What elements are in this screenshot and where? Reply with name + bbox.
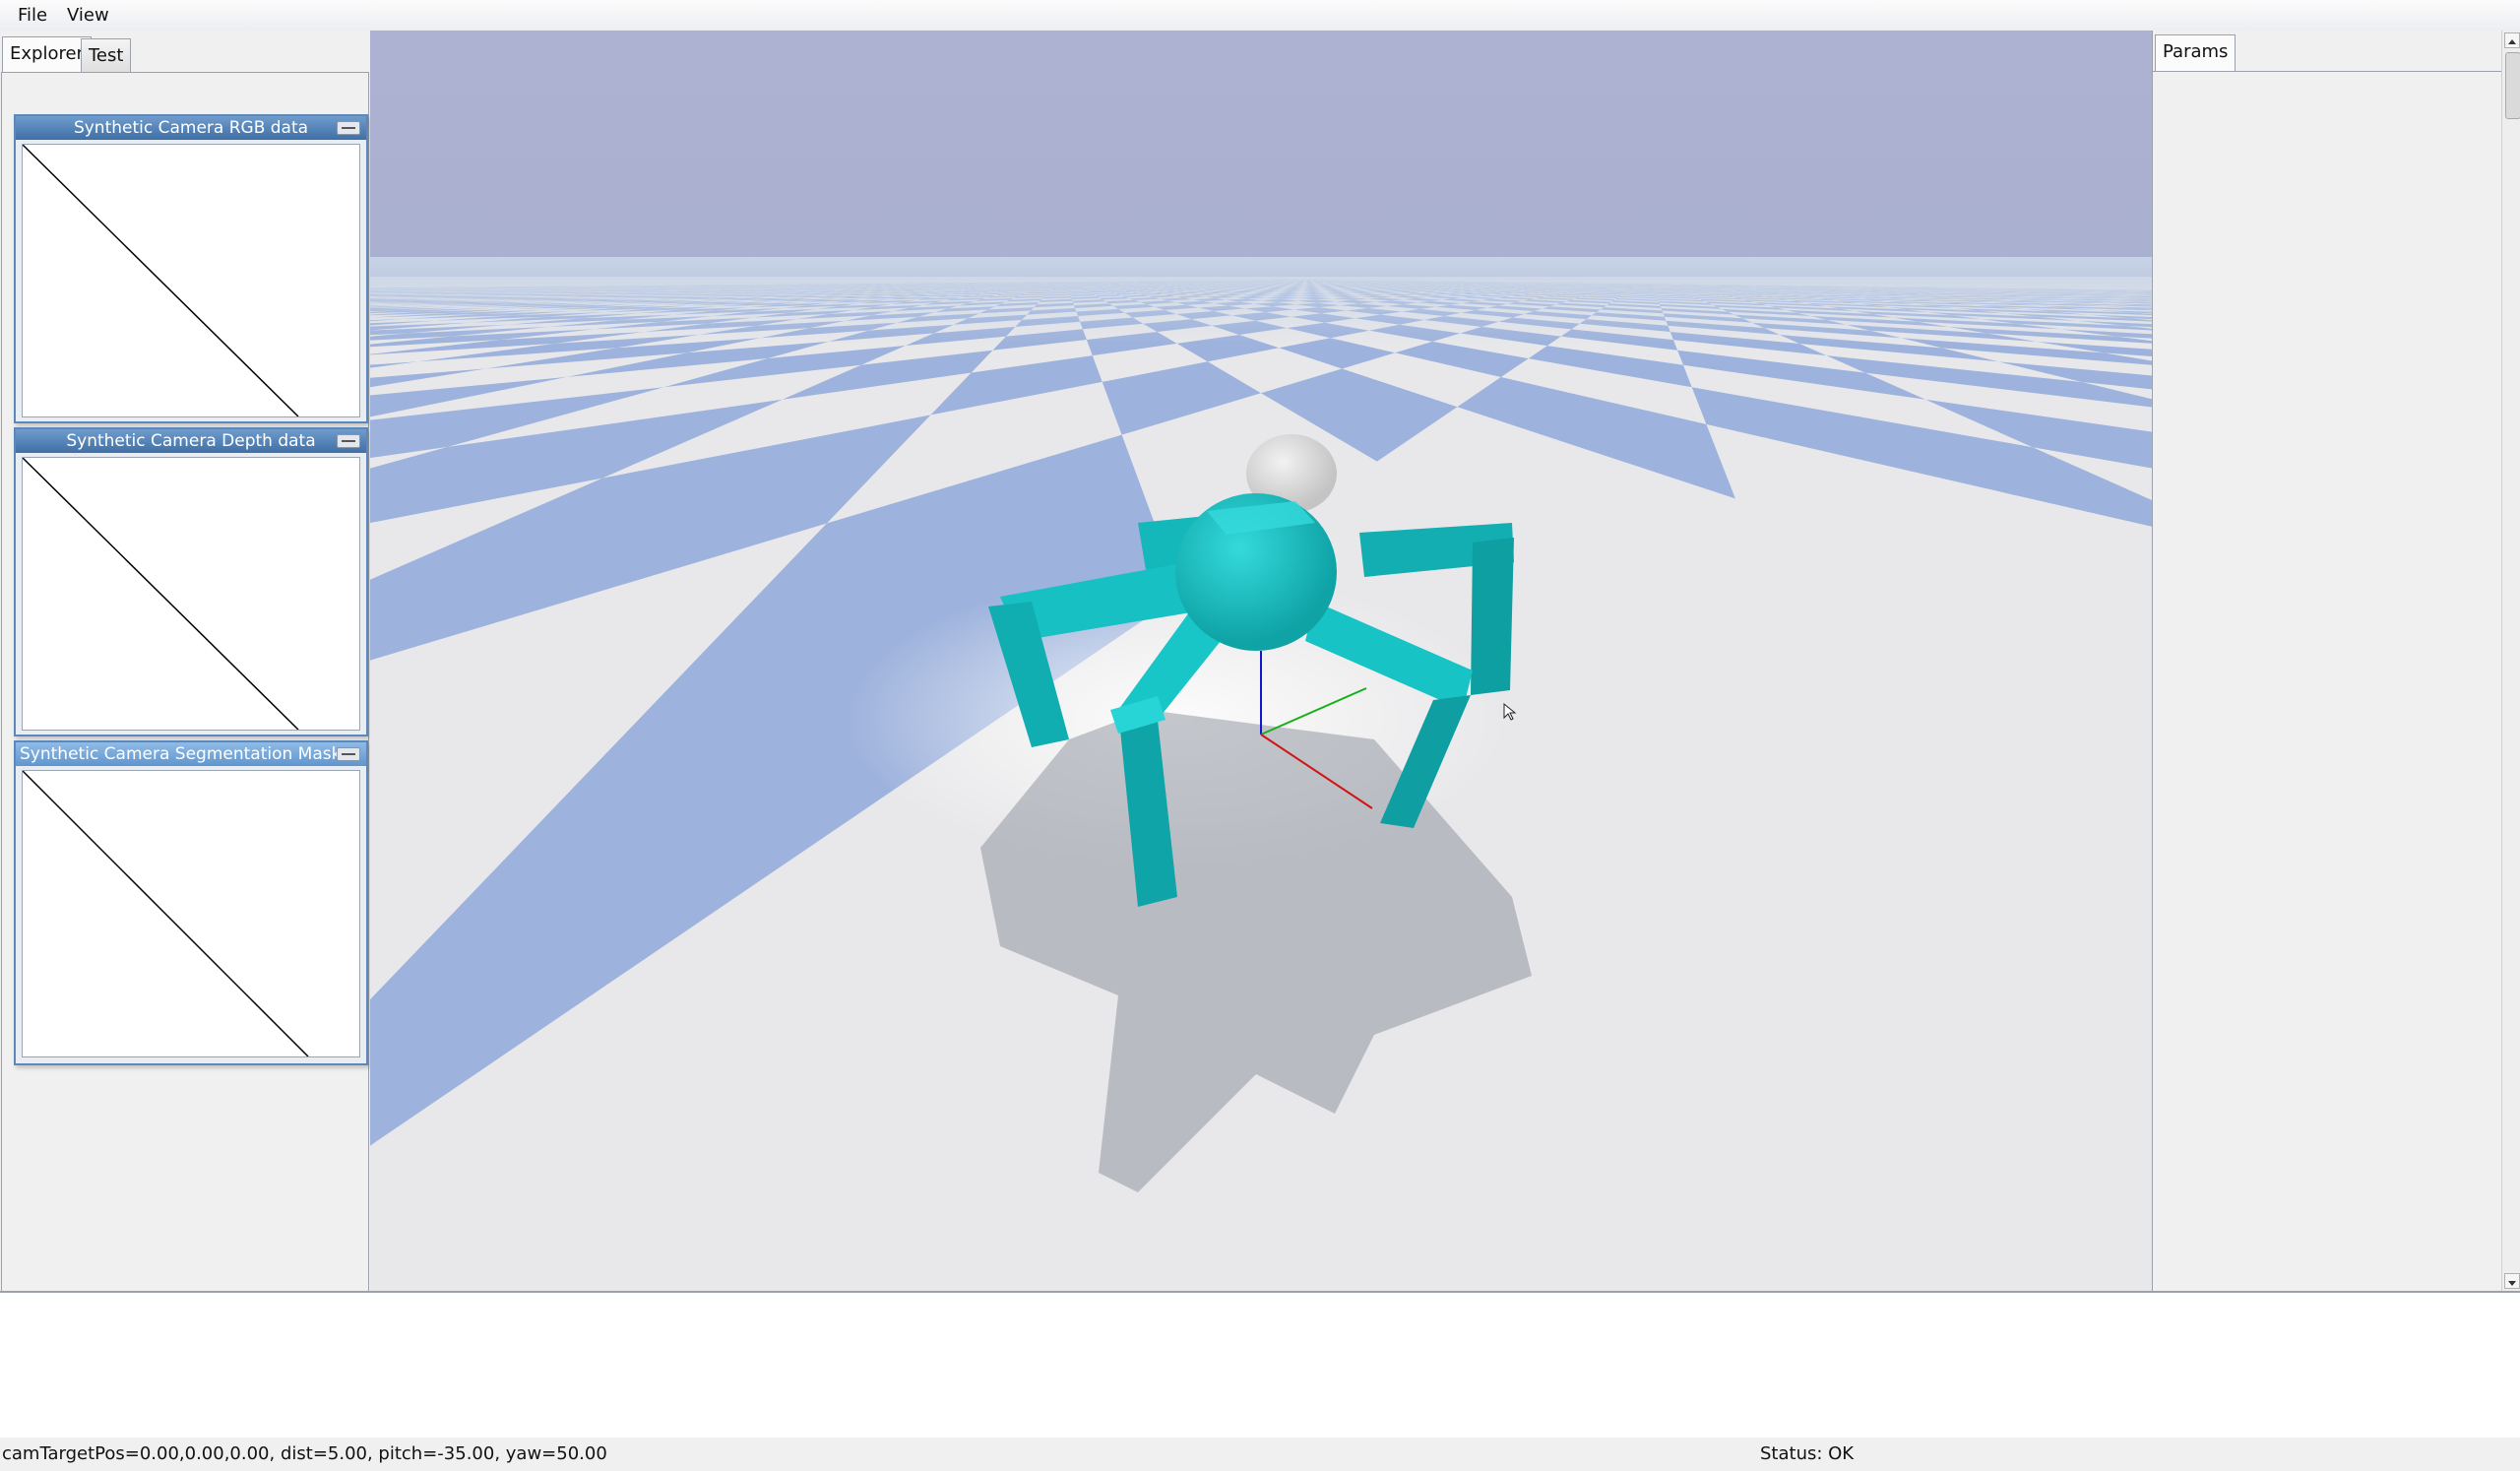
tab-explorer[interactable]: Explorer [2, 36, 92, 73]
depth-camera-title[interactable]: Synthetic Camera Depth data [16, 429, 366, 453]
rgb-camera-window[interactable]: Synthetic Camera RGB data [14, 114, 368, 423]
minimize-icon[interactable] [337, 434, 360, 448]
segmentation-camera-title[interactable]: Synthetic Camera Segmentation Mask [16, 742, 366, 766]
menu-file[interactable]: File [14, 4, 51, 28]
segmentation-camera-image [22, 770, 360, 1057]
menu-bar: File View [0, 0, 2520, 32]
right-dock: Params [2152, 31, 2520, 1292]
params-scrollbar[interactable] [2501, 31, 2520, 1291]
menu-view[interactable]: View [63, 4, 113, 28]
rgb-camera-title[interactable]: Synthetic Camera RGB data [16, 116, 366, 140]
rgb-camera-image [22, 144, 360, 417]
scroll-thumb[interactable] [2505, 52, 2520, 119]
camera-status-text: camTargetPos=0.00,0.00,0.00, dist=5.00, … [2, 1443, 607, 1464]
depth-camera-window[interactable]: Synthetic Camera Depth data [14, 427, 368, 736]
3d-viewport[interactable] [370, 31, 2152, 1291]
segmentation-camera-window[interactable]: Synthetic Camera Segmentation Mask [14, 740, 368, 1065]
left-dock: Explorer Test Synthetic Camera RGB data … [0, 31, 370, 1293]
explorer-panel: Synthetic Camera RGB data Synthetic Came… [1, 72, 369, 1293]
scroll-up-icon[interactable] [2504, 32, 2520, 48]
status-ok-text: Status: OK [1760, 1443, 1855, 1464]
tab-params[interactable]: Params [2155, 34, 2236, 71]
depth-camera-image [22, 457, 360, 731]
empty-image-placeholder [23, 771, 309, 1056]
scene-render [370, 31, 2152, 1291]
scroll-down-icon[interactable] [2504, 1273, 2520, 1289]
status-bar: camTargetPos=0.00,0.00,0.00, dist=5.00, … [0, 1438, 2520, 1471]
empty-image-placeholder [23, 145, 299, 416]
empty-image-placeholder [23, 458, 299, 730]
tab-test[interactable]: Test [81, 38, 132, 73]
minimize-icon[interactable] [337, 121, 360, 135]
params-panel [2153, 71, 2501, 1292]
minimize-icon[interactable] [337, 747, 360, 761]
console-output[interactable] [0, 1291, 2520, 1439]
